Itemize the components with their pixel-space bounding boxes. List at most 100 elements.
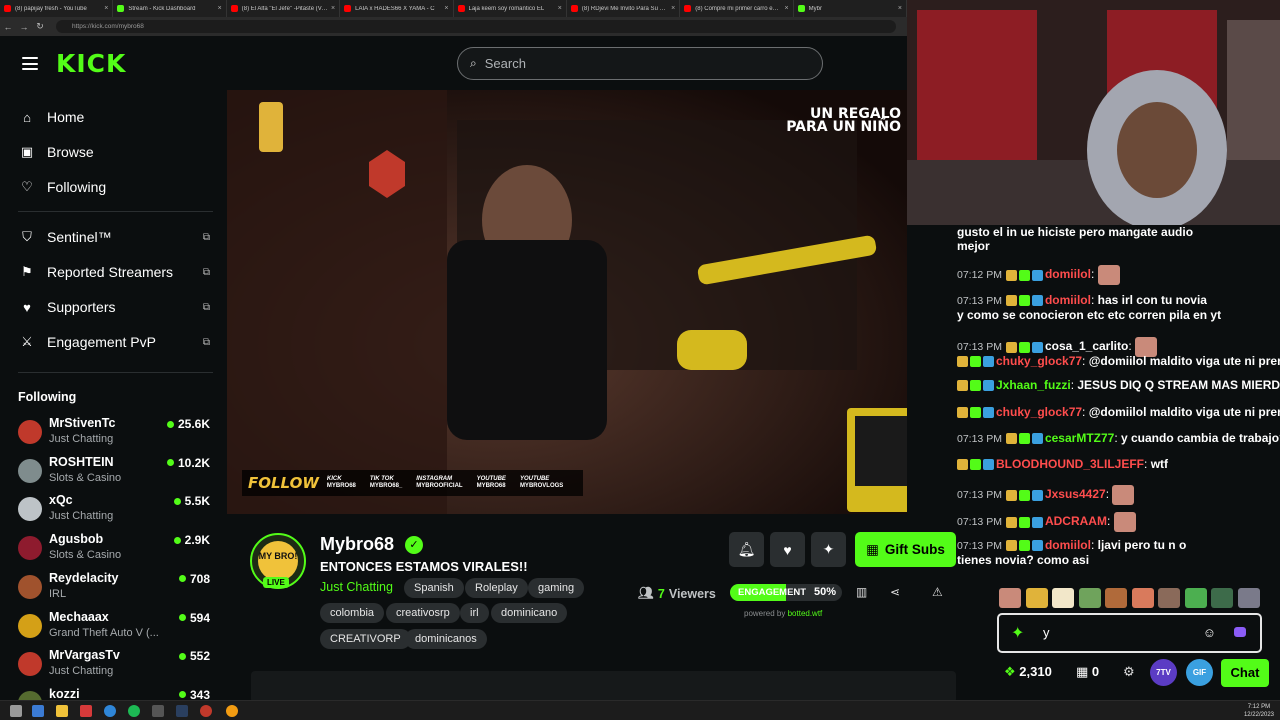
stream-category[interactable]: Just Chatting (320, 580, 393, 594)
close-icon[interactable]: × (104, 5, 108, 12)
gif-button[interactable]: GIF (1186, 659, 1213, 686)
chat-username[interactable]: cosa_1_carlito (1045, 339, 1128, 353)
kick-logo[interactable]: KICK (56, 49, 126, 78)
notifications-button[interactable]: 🔔︎ (729, 532, 764, 567)
sidebar-item-following[interactable]: ♡ Following (18, 176, 210, 198)
desktop-icon[interactable] (32, 705, 44, 717)
chat-username[interactable]: domiilol (1045, 538, 1091, 552)
follow-button[interactable]: ♥ (770, 532, 805, 567)
browser-tab[interactable]: Laja keem soy romantico EL × (454, 0, 567, 17)
emote[interactable] (1184, 588, 1207, 608)
sparkle-icon[interactable]: ✦ (1011, 623, 1024, 643)
powered-brand[interactable]: botted.wtf (788, 609, 823, 618)
browser-tab[interactable]: Stream - Kick Dashboard × (113, 0, 227, 17)
close-icon[interactable]: × (671, 5, 675, 12)
close-icon[interactable]: × (331, 5, 335, 12)
browser-tab[interactable]: (8) El Alfa "El Jefe" -Pitaste (Video × (227, 0, 341, 17)
stream-tag[interactable]: Spanish (404, 578, 464, 598)
folder-icon[interactable] (56, 705, 68, 717)
followed-channel[interactable]: Mechaaax Grand Theft Auto V (... 594 (18, 610, 210, 646)
report-icon[interactable]: ⚠ (932, 585, 943, 599)
followed-channel[interactable]: xQc Just Chatting 5.5K (18, 493, 210, 529)
url-field[interactable]: https://kick.com/mybro68 (56, 20, 896, 33)
sidebar-item-home[interactable]: ⌂ Home (18, 106, 210, 128)
menu-icon[interactable] (22, 57, 38, 70)
chat-username[interactable]: chuky_glock77 (996, 405, 1082, 419)
stats-icon[interactable]: ▥ (856, 585, 867, 599)
followed-channel[interactable]: MrVargasTv Just Chatting 552 (18, 648, 210, 684)
stream-tag[interactable]: irl (460, 603, 489, 623)
app-icon[interactable] (152, 705, 164, 717)
sidebar-item-extra[interactable]: ⚑ Reported Streamers ⧉ (18, 261, 210, 283)
emote[interactable] (1025, 588, 1048, 608)
followed-channel[interactable]: kozzi 343 (18, 687, 210, 700)
emote[interactable] (1105, 588, 1127, 608)
stream-tag[interactable]: dominicanos (405, 629, 487, 649)
emoji-icon[interactable]: ☺ (1203, 625, 1216, 640)
emote[interactable] (1237, 588, 1260, 608)
menu-icon[interactable] (10, 705, 22, 717)
spotify-icon[interactable] (128, 705, 140, 717)
app-icon[interactable] (226, 705, 238, 717)
forward-icon[interactable]: → (16, 22, 32, 32)
stream-tag[interactable]: gaming (528, 578, 585, 598)
stream-tag[interactable]: Roleplay (465, 578, 528, 598)
emote[interactable] (1131, 588, 1154, 608)
chat-username[interactable]: Jxsus4427 (1045, 487, 1106, 501)
chat-username[interactable]: BLOODHOUND_3LILJEFF (996, 457, 1144, 471)
stream-tag[interactable]: CREATIVORP (320, 629, 411, 649)
chat-send-button[interactable]: Chat (1221, 659, 1269, 687)
chat-input[interactable]: ✦ y ☺ (997, 613, 1262, 653)
reload-icon[interactable]: ↻ (32, 21, 48, 32)
close-icon[interactable]: × (444, 5, 448, 12)
stream-tag[interactable]: creativosrp (386, 603, 460, 623)
emote[interactable] (1078, 588, 1101, 608)
video-player[interactable]: UN REGALO PARA UN NIÑO FOLLOW KICK MYBRO6… (227, 90, 907, 514)
streamer-name[interactable]: Mybro68 (320, 534, 394, 555)
followed-channel[interactable]: Reydelacity IRL 708 (18, 571, 210, 607)
close-icon[interactable]: × (218, 5, 222, 12)
share-icon[interactable]: ⋖ (890, 585, 900, 599)
search-input[interactable]: ⌕ Search (457, 47, 823, 80)
close-icon[interactable]: × (785, 5, 789, 12)
browser-tab[interactable]: (8) RDjevi Me Invito Para Su Univ × (567, 0, 681, 17)
gift-subs-button[interactable]: ▦ Gift Subs (855, 532, 956, 567)
emote[interactable] (1158, 588, 1180, 608)
chat-username[interactable]: Jxhaan_fuzzi (996, 378, 1071, 392)
stream-tag[interactable]: colombia (320, 603, 385, 623)
browser-tab[interactable]: LAIA x HADES66 X YAMA - C × (340, 0, 454, 17)
browser-icon[interactable] (104, 705, 116, 717)
chat-username[interactable]: cesarMTZ77 (1045, 431, 1114, 445)
7tv-button[interactable]: 7TV (1150, 659, 1177, 686)
sidebar-item-extra[interactable]: ⚔ Engagement PvP ⧉ (18, 331, 210, 353)
stream-tag[interactable]: dominicano (491, 603, 568, 623)
extension-icon[interactable] (1234, 627, 1246, 637)
channel-points[interactable]: ❖ 2,310 (1004, 664, 1052, 680)
sidebar-item-extra[interactable]: ♥ Supporters ⧉ (18, 296, 210, 318)
chat-username[interactable]: domiilol (1045, 267, 1091, 281)
followed-channel[interactable]: Agusbob Slots & Casino 2.9K (18, 532, 210, 568)
back-icon[interactable]: ← (0, 22, 16, 32)
browser-tab[interactable]: (8) Compré mi primer carro en Re × (680, 0, 794, 17)
sidebar-item-browse[interactable]: ▣ Browse (18, 141, 210, 163)
sparkle-button[interactable]: ✦ (811, 532, 846, 567)
emote[interactable] (1052, 588, 1074, 608)
chat-username[interactable]: domiilol (1045, 293, 1091, 307)
close-icon[interactable]: × (558, 5, 562, 12)
app-icon[interactable] (80, 705, 92, 717)
gear-icon[interactable]: ⚙ (1123, 664, 1135, 680)
app-icon[interactable] (200, 705, 212, 717)
close-icon[interactable]: × (898, 5, 902, 12)
followed-channel[interactable]: ROSHTEIN Slots & Casino 10.2K (18, 455, 210, 491)
browser-tab[interactable]: (8) papijay fresh - YouTube × (0, 0, 114, 17)
emote[interactable] (999, 588, 1021, 608)
emote[interactable] (1211, 588, 1233, 608)
sidebar-item-extra[interactable]: ⛉ Sentinel™ ⧉ (18, 226, 210, 248)
chat-username[interactable]: ADCRAAM (1045, 514, 1107, 528)
overlay-gift-title: UN REGALO PARA UN NIÑO (786, 107, 901, 134)
followed-channel[interactable]: MrStivenTc Just Chatting 25.6K (18, 416, 210, 452)
chat-username[interactable]: chuky_glock77 (996, 354, 1082, 368)
browser-tab[interactable]: Mybr × (794, 0, 907, 17)
gift-count[interactable]: ▦ 0 (1076, 664, 1099, 680)
steam-icon[interactable] (176, 705, 188, 717)
